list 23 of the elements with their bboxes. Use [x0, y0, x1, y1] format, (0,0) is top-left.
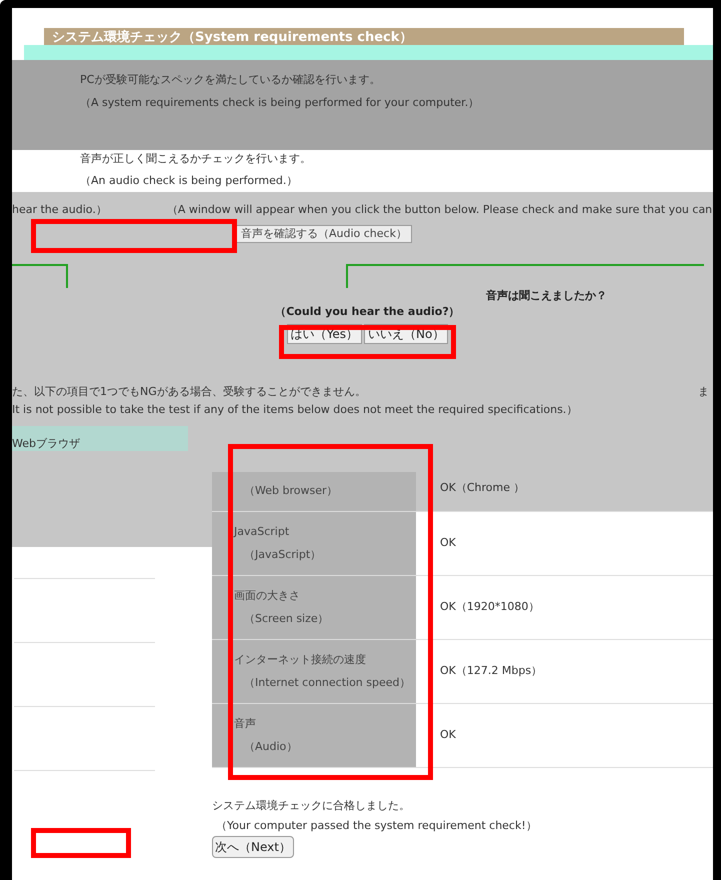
instruction-text-english: （A window will appear when you click the button below. Please check and make sure that you can	[166, 202, 712, 216]
intro-text-english: （A system requirements check is being performed for your computer.）	[80, 94, 480, 110]
requirements-note: た、以下の項目で1つでもNGがある場合、受験することができません。	[12, 384, 366, 400]
requirement-label-cell: 音声 （Audio）	[212, 704, 416, 767]
audio-question: 音声は聞こえましたか？	[486, 288, 607, 304]
requirements-note-fragment: ま	[698, 384, 709, 400]
audio-question-english: （Could you hear the audio?）	[275, 304, 460, 320]
intro-text: PCが受験可能なスペックを満たしているか確認を行います。	[80, 72, 382, 88]
audio-intro-text: 音声が正しく聞こえるかチェックを行います。	[80, 151, 312, 167]
pass-message-english: （Your computer passed the system requirement check!）	[215, 818, 538, 834]
requirement-label-cell: インターネット接続の速度 （Internet connection speed）	[212, 640, 416, 703]
next-button[interactable]: 次へ（Next）	[212, 836, 294, 858]
requirements-note-english: It is not possible to take the test if any of the items below does not meet the required specifications.）	[12, 402, 578, 418]
page-title-bar: システム環境チェック（System requirements check）	[44, 28, 684, 45]
requirement-label-cell: 画面の大きさ （Screen size）	[212, 576, 416, 639]
instruction-text: hear the audio.）	[12, 202, 107, 216]
requirement-label-cell: JavaScript （JavaScript）	[212, 512, 416, 575]
browser-label-strip: Webブラウザ	[12, 426, 188, 451]
pass-message: システム環境チェックに合格しました。	[212, 798, 411, 814]
audio-intro-english: （An audio check is being performed.）	[80, 172, 298, 188]
bracket-line	[12, 264, 68, 288]
requirement-label-cell: （Web browser）	[212, 472, 416, 511]
audio-check-button[interactable]: 音声を確認する（Audio check）	[236, 225, 412, 243]
